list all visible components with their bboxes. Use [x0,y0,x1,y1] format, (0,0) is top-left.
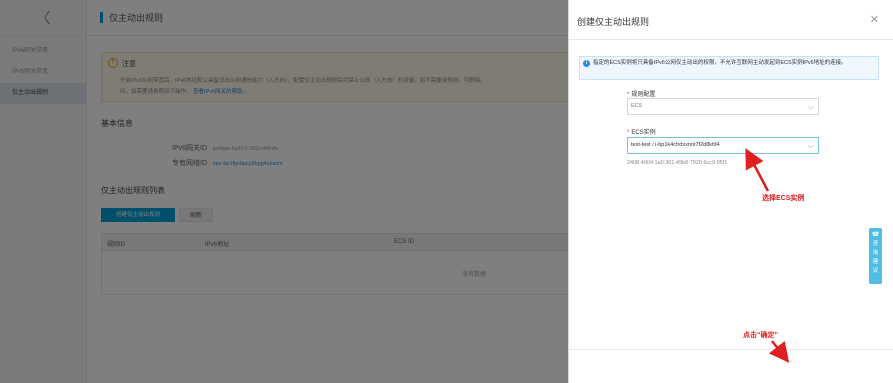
annotation-select-ecs: 选择ECS实例 [762,195,805,202]
required-mark: * [627,130,630,136]
rule-config-select[interactable]: ECS ⌵ [627,98,819,115]
annotation-click-ok: 点击“确定” [743,332,778,339]
info-box: i 指定的ECS实例将只具备IPv6公网仅主动出的权限，不允许互联网主动发起到E… [579,56,879,80]
ecs-instance-label-text: ECS实例 [631,130,656,136]
ecs-instance-label: * ECS实例 [627,127,656,136]
chevron-down-icon: ⌵ [807,102,814,111]
ipv6-address-text: 2408:4004:1a0:301:49b8:7920:6cc9:95f1 [627,160,728,166]
feedback-tab[interactable]: ☎ 咨 询 建 议 [869,228,882,284]
feedback-tab-text-1: 咨 [872,241,879,247]
close-icon[interactable]: ✕ [870,13,879,26]
drawer-footer-divider [569,349,893,350]
rule-config-label: * 规则配置 [627,89,655,98]
feedback-tab-text-2: 询 [872,250,879,256]
create-rule-drawer: 创建仅主动出规则 ✕ i 指定的ECS实例将只具备IPv6公网仅主动出的权限，不… [568,0,893,383]
feedback-tab-text-3: 建 [872,259,879,265]
drawer-header: 创建仅主动出规则 ✕ [569,0,893,40]
rule-config-value: ECS [631,103,643,109]
modal-overlay[interactable] [0,0,568,383]
drawer-title: 创建仅主动出规则 [577,17,650,27]
chat-icon: ☎ [871,232,880,238]
info-text: 指定的ECS实例将只具备IPv6公网仅主动出的权限，不允许互联网主动发起到ECS… [593,60,847,66]
info-icon: i [583,60,590,67]
chevron-down-icon: ⌵ [807,141,814,150]
feedback-tab-text-4: 议 [872,268,879,274]
ecs-instance-select[interactable]: test-test / i-bp1k4cfrdxxnnt7f2d8kfd4 ⌵ [627,137,819,154]
ecs-instance-value: test-test / i-bp1k4cfrdxxnnt7f2d8kfd4 [631,142,720,148]
